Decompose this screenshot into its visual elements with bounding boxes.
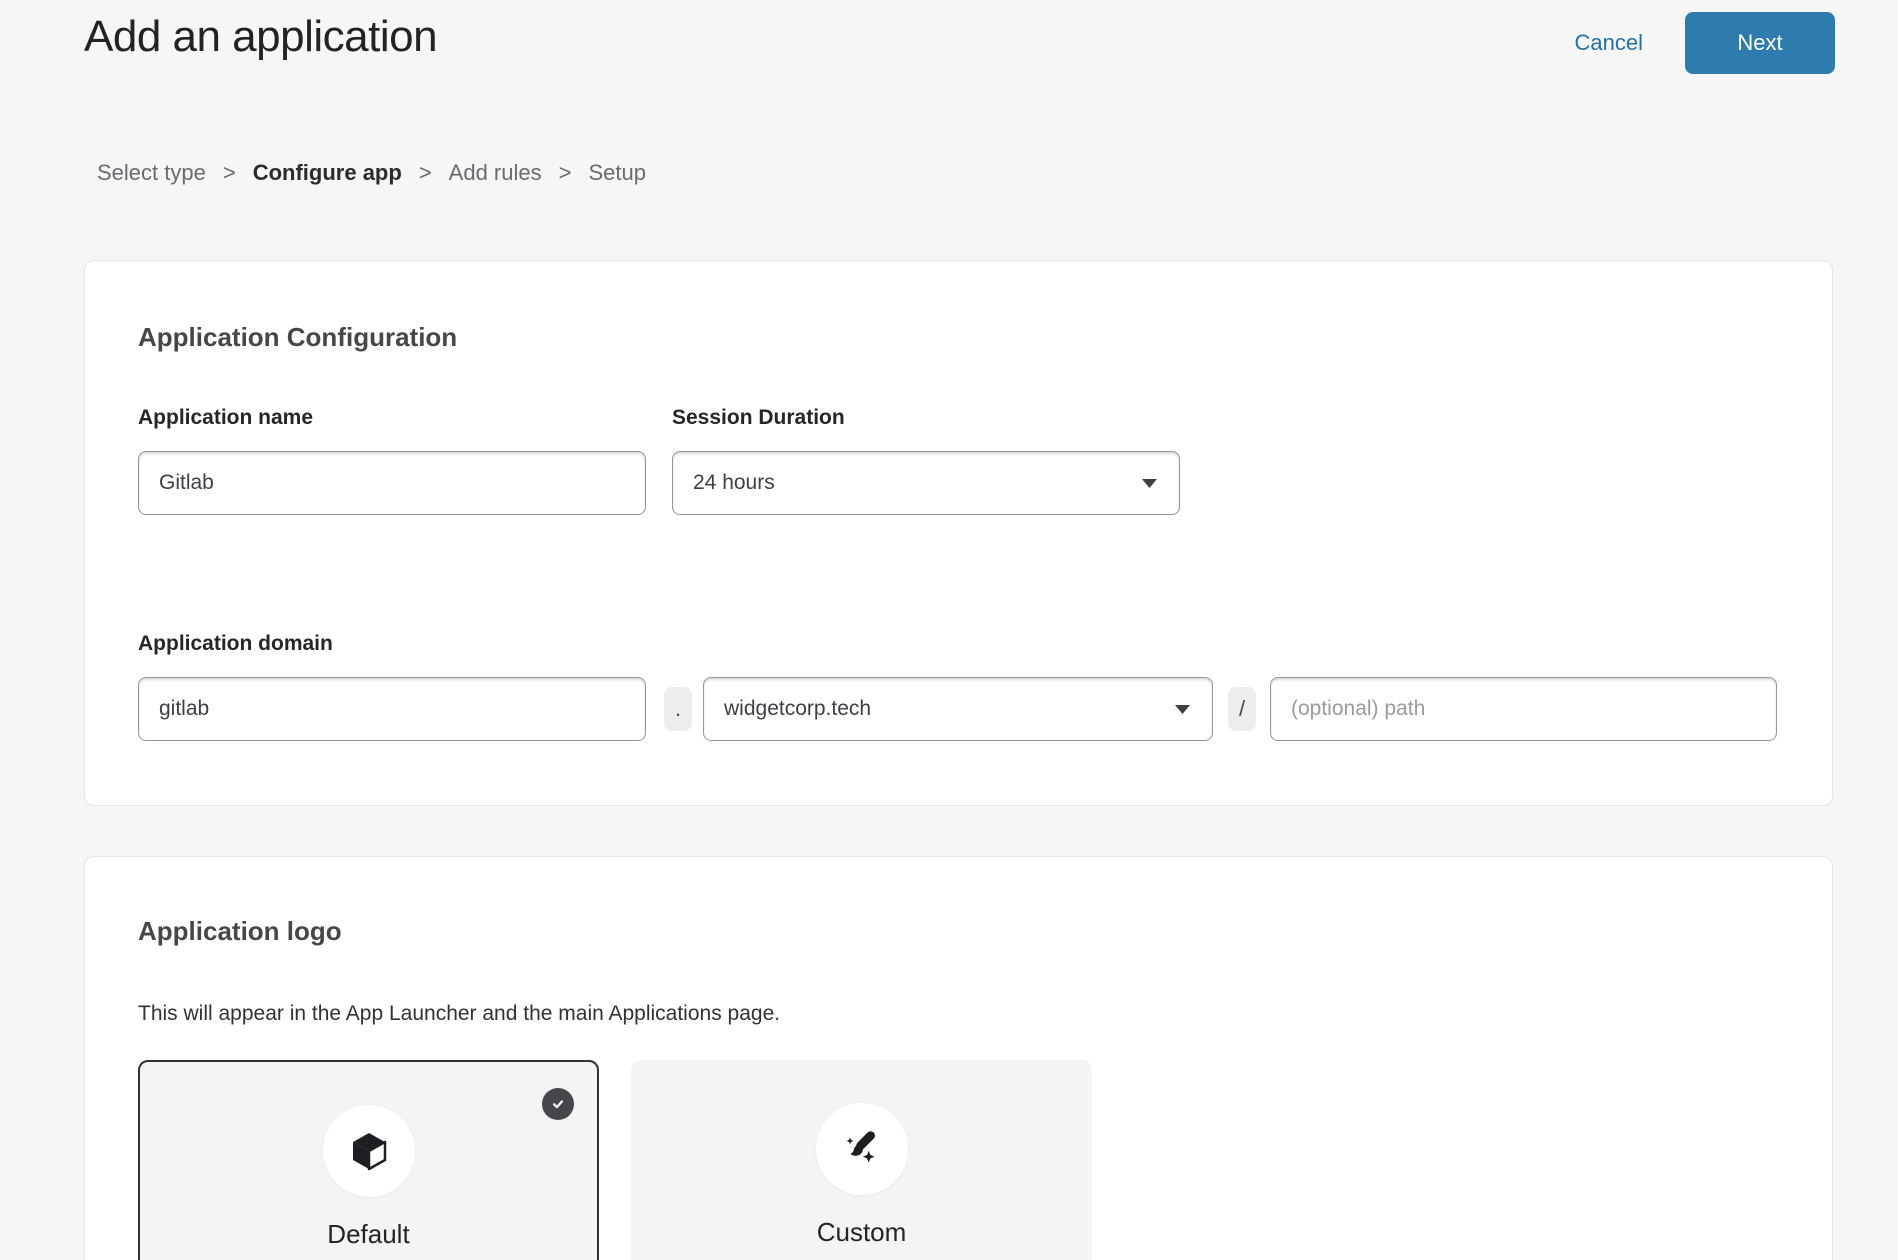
application-name-input[interactable] <box>138 451 646 515</box>
logo-option-default[interactable]: Default <box>138 1060 599 1260</box>
cube-icon <box>345 1127 393 1175</box>
breadcrumb: Select type > Configure app > Add rules … <box>97 160 646 186</box>
domain-select-value: widgetcorp.tech <box>724 697 871 721</box>
application-configuration-card: Application Configuration Application na… <box>84 260 1833 806</box>
breadcrumb-separator: > <box>559 160 572 186</box>
chevron-down-icon <box>1141 478 1158 489</box>
breadcrumb-step-select-type[interactable]: Select type <box>97 160 206 186</box>
application-configuration-heading: Application Configuration <box>138 321 1779 353</box>
application-name-label: Application name <box>138 406 646 430</box>
slash-separator: / <box>1228 687 1256 731</box>
custom-logo-circle <box>816 1103 908 1195</box>
application-domain-row: . widgetcorp.tech / <box>138 677 1779 741</box>
chevron-down-icon <box>1174 704 1191 715</box>
application-name-field: Application name <box>138 406 646 515</box>
session-duration-field: Session Duration 24 hours <box>672 406 1180 515</box>
dot-separator: . <box>664 687 692 731</box>
session-duration-value: 24 hours <box>693 471 775 495</box>
breadcrumb-step-add-rules[interactable]: Add rules <box>449 160 542 186</box>
path-input[interactable] <box>1270 677 1777 741</box>
cancel-button[interactable]: Cancel <box>1575 12 1643 74</box>
next-button[interactable]: Next <box>1685 12 1835 74</box>
logo-option-custom-label: Custom <box>631 1216 1092 1248</box>
logo-option-tiles: Default Custom <box>138 1060 1779 1260</box>
add-application-page: Add an application Cancel Next Select ty… <box>0 0 1898 1260</box>
default-logo-circle <box>323 1105 415 1197</box>
application-logo-card: Application logo This will appear in the… <box>84 856 1833 1260</box>
breadcrumb-step-configure-app[interactable]: Configure app <box>253 160 402 186</box>
breadcrumb-step-setup[interactable]: Setup <box>588 160 646 186</box>
paintbrush-icon <box>839 1126 885 1172</box>
session-duration-label: Session Duration <box>672 406 1180 430</box>
name-duration-row: Application name Session Duration 24 hou… <box>138 406 1779 515</box>
selected-badge <box>542 1088 574 1120</box>
header-actions: Cancel Next <box>1575 10 1835 74</box>
application-domain-label: Application domain <box>138 632 1779 656</box>
logo-option-custom[interactable]: Custom <box>631 1060 1092 1260</box>
page-title: Add an application <box>84 10 437 64</box>
check-icon <box>549 1095 567 1113</box>
application-logo-heading: Application logo <box>138 915 1779 947</box>
page-header: Add an application Cancel Next <box>84 10 1835 74</box>
session-duration-select[interactable]: 24 hours <box>672 451 1180 515</box>
logo-option-default-label: Default <box>140 1218 597 1250</box>
breadcrumb-separator: > <box>419 160 432 186</box>
subdomain-input[interactable] <box>138 677 646 741</box>
application-logo-description: This will appear in the App Launcher and… <box>138 1001 1779 1026</box>
domain-select[interactable]: widgetcorp.tech <box>703 677 1213 741</box>
breadcrumb-separator: > <box>223 160 236 186</box>
